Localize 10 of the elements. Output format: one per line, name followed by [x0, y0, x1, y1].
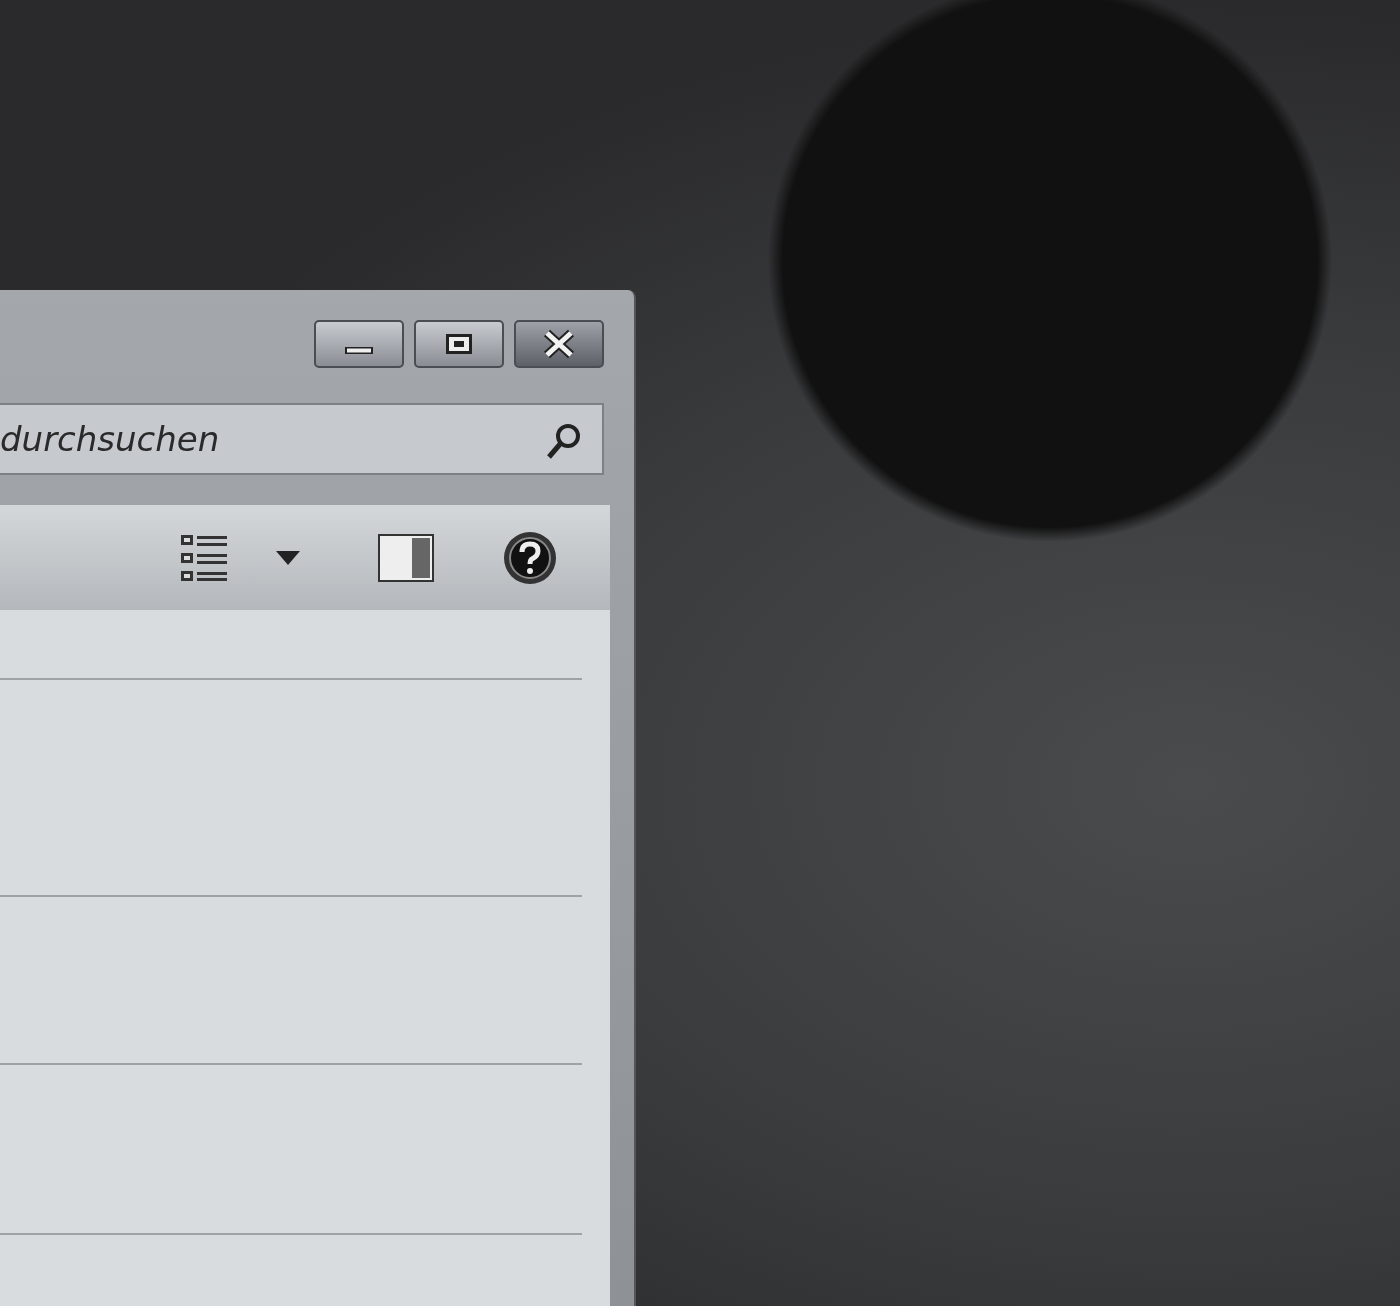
- view-list-icon[interactable]: [180, 532, 228, 583]
- caret-icon[interactable]: [276, 550, 300, 565]
- preview-pane-icon[interactable]: [378, 533, 434, 582]
- search-field[interactable]: durchsuchen: [0, 403, 604, 475]
- minimize-icon: [345, 347, 373, 354]
- minimize-button[interactable]: [314, 320, 404, 368]
- close-button[interactable]: [514, 320, 604, 368]
- help-icon[interactable]: [502, 529, 558, 586]
- maximize-button[interactable]: [414, 320, 504, 368]
- close-icon: [541, 329, 577, 359]
